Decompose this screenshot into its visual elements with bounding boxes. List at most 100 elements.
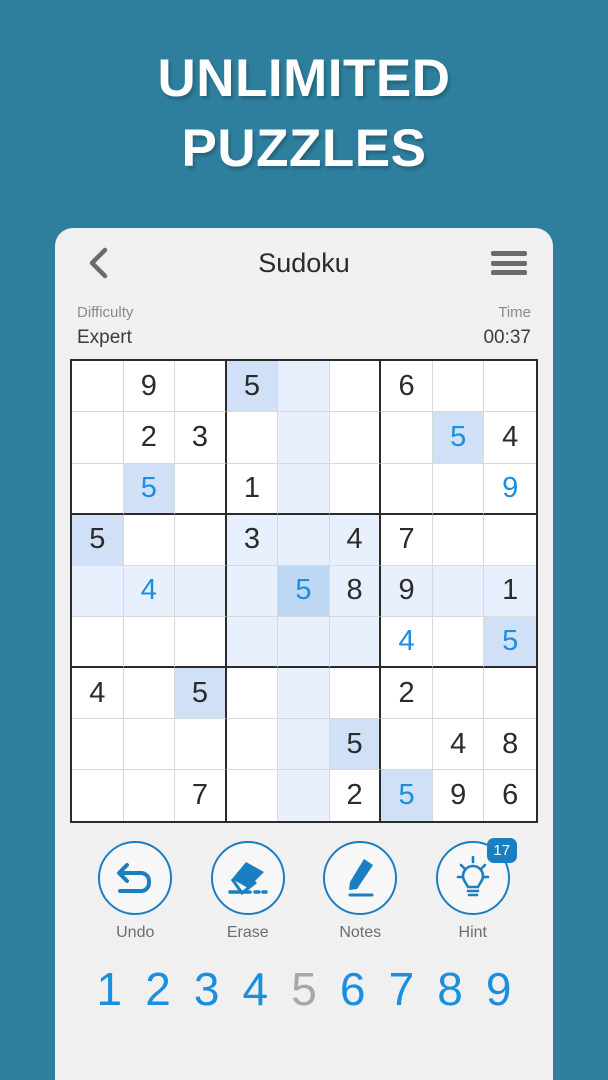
sudoku-cell-r9c5[interactable] <box>278 770 330 822</box>
notes-button[interactable] <box>323 841 398 916</box>
numpad-key-1[interactable]: 1 <box>85 964 134 1015</box>
numpad-key-6[interactable]: 6 <box>328 964 377 1015</box>
sudoku-cell-r8c2[interactable] <box>123 719 176 771</box>
sudoku-cell-r9c4[interactable] <box>226 770 279 822</box>
numpad-key-5[interactable]: 5 <box>280 964 329 1015</box>
sudoku-cell-r2c7[interactable] <box>381 412 433 464</box>
numpad-key-4[interactable]: 4 <box>231 964 280 1015</box>
numpad-key-8[interactable]: 8 <box>426 964 475 1015</box>
sudoku-cell-r7c7[interactable]: 2 <box>381 667 433 720</box>
sudoku-cell-r2c5[interactable] <box>278 412 330 464</box>
sudoku-cell-r6c2[interactable] <box>123 616 176 668</box>
sudoku-cell-r5c5[interactable]: 5 <box>278 565 330 617</box>
sudoku-cell-r6c1[interactable] <box>72 616 124 668</box>
sudoku-cell-r5c6[interactable]: 8 <box>329 565 382 617</box>
sudoku-cell-r9c8[interactable]: 9 <box>432 770 485 822</box>
numpad-key-3[interactable]: 3 <box>182 964 231 1015</box>
sudoku-cell-r3c9[interactable]: 9 <box>484 463 536 515</box>
sudoku-cell-r4c4[interactable]: 3 <box>226 514 279 566</box>
numpad-key-2[interactable]: 2 <box>134 964 183 1015</box>
sudoku-cell-r4c9[interactable] <box>484 514 536 566</box>
hamburger-menu-icon[interactable] <box>491 248 527 278</box>
hint-button[interactable]: 17 <box>435 838 517 916</box>
erase-button[interactable] <box>210 841 285 916</box>
sudoku-cell-r2c1[interactable] <box>72 412 124 464</box>
sudoku-cell-r1c1[interactable] <box>72 361 124 413</box>
sudoku-cell-r6c4[interactable] <box>226 616 279 668</box>
sudoku-cell-r4c8[interactable] <box>432 514 485 566</box>
sudoku-cell-r4c3[interactable] <box>175 514 227 566</box>
sudoku-cell-r7c1[interactable]: 4 <box>72 667 124 720</box>
sudoku-cell-r9c9[interactable]: 6 <box>484 770 536 822</box>
undo-button[interactable] <box>98 841 173 916</box>
sudoku-cell-r7c2[interactable] <box>123 667 176 720</box>
sudoku-cell-r6c6[interactable] <box>329 616 382 668</box>
sudoku-cell-r6c9[interactable]: 5 <box>484 616 536 668</box>
numpad-key-9[interactable]: 9 <box>474 964 523 1015</box>
erase-action[interactable]: Erase <box>200 841 296 942</box>
sudoku-cell-r1c3[interactable] <box>175 361 227 413</box>
sudoku-cell-r2c8[interactable]: 5 <box>432 412 485 464</box>
sudoku-cell-r5c8[interactable] <box>432 565 485 617</box>
undo-action[interactable]: Undo <box>87 841 183 942</box>
sudoku-cell-r8c6[interactable]: 5 <box>329 719 382 771</box>
sudoku-cell-r9c3[interactable]: 7 <box>175 770 227 822</box>
sudoku-cell-r7c3[interactable]: 5 <box>175 667 227 720</box>
sudoku-cell-r5c3[interactable] <box>175 565 227 617</box>
sudoku-cell-r2c3[interactable]: 3 <box>175 412 227 464</box>
sudoku-cell-r5c7[interactable]: 9 <box>381 565 433 617</box>
sudoku-cell-r1c9[interactable] <box>484 361 536 413</box>
sudoku-cell-r3c5[interactable] <box>278 463 330 515</box>
sudoku-cell-r4c6[interactable]: 4 <box>329 514 382 566</box>
sudoku-cell-r8c4[interactable] <box>226 719 279 771</box>
sudoku-cell-r4c2[interactable] <box>123 514 176 566</box>
numpad-key-7[interactable]: 7 <box>377 964 426 1015</box>
sudoku-cell-r2c2[interactable]: 2 <box>123 412 176 464</box>
sudoku-cell-r9c6[interactable]: 2 <box>329 770 382 822</box>
sudoku-cell-r1c5[interactable] <box>278 361 330 413</box>
sudoku-cell-r4c5[interactable] <box>278 514 330 566</box>
sudoku-cell-r9c2[interactable] <box>123 770 176 822</box>
sudoku-cell-r3c7[interactable] <box>381 463 433 515</box>
sudoku-cell-r2c6[interactable] <box>329 412 382 464</box>
sudoku-cell-r5c2[interactable]: 4 <box>123 565 176 617</box>
sudoku-cell-r2c4[interactable] <box>226 412 279 464</box>
sudoku-cell-r4c1[interactable]: 5 <box>72 514 124 566</box>
notes-action[interactable]: Notes <box>312 841 408 942</box>
sudoku-cell-r3c6[interactable] <box>329 463 382 515</box>
sudoku-cell-r8c9[interactable]: 8 <box>484 719 536 771</box>
sudoku-cell-r4c7[interactable]: 7 <box>381 514 433 566</box>
hint-action[interactable]: 17 Hint <box>425 838 521 942</box>
sudoku-cell-r7c5[interactable] <box>278 667 330 720</box>
sudoku-cell-r6c7[interactable]: 4 <box>381 616 433 668</box>
sudoku-cell-r6c3[interactable] <box>175 616 227 668</box>
sudoku-cell-r9c7[interactable]: 5 <box>381 770 433 822</box>
sudoku-cell-r8c7[interactable] <box>381 719 433 771</box>
sudoku-cell-r7c4[interactable] <box>226 667 279 720</box>
sudoku-cell-r2c9[interactable]: 4 <box>484 412 536 464</box>
sudoku-cell-r8c8[interactable]: 4 <box>432 719 485 771</box>
sudoku-cell-r6c5[interactable] <box>278 616 330 668</box>
sudoku-cell-r6c8[interactable] <box>432 616 485 668</box>
sudoku-cell-r8c1[interactable] <box>72 719 124 771</box>
sudoku-cell-r3c4[interactable]: 1 <box>226 463 279 515</box>
sudoku-cell-r1c8[interactable] <box>432 361 485 413</box>
sudoku-cell-r3c2[interactable]: 5 <box>123 463 176 515</box>
sudoku-cell-r1c4[interactable]: 5 <box>226 361 279 413</box>
sudoku-cell-r3c8[interactable] <box>432 463 485 515</box>
sudoku-cell-r3c3[interactable] <box>175 463 227 515</box>
sudoku-grid[interactable]: 95623545195347458914545254872596 <box>70 359 538 824</box>
sudoku-cell-r1c6[interactable] <box>329 361 382 413</box>
sudoku-cell-r7c8[interactable] <box>432 667 485 720</box>
sudoku-cell-r3c1[interactable] <box>72 463 124 515</box>
sudoku-cell-r5c9[interactable]: 1 <box>484 565 536 617</box>
sudoku-cell-r9c1[interactable] <box>72 770 124 822</box>
sudoku-cell-r5c4[interactable] <box>226 565 279 617</box>
back-button[interactable] <box>81 246 115 280</box>
sudoku-cell-r1c2[interactable]: 9 <box>123 361 176 413</box>
sudoku-cell-r8c3[interactable] <box>175 719 227 771</box>
sudoku-cell-r1c7[interactable]: 6 <box>381 361 433 413</box>
sudoku-cell-r8c5[interactable] <box>278 719 330 771</box>
sudoku-cell-r7c9[interactable] <box>484 667 536 720</box>
sudoku-cell-r5c1[interactable] <box>72 565 124 617</box>
